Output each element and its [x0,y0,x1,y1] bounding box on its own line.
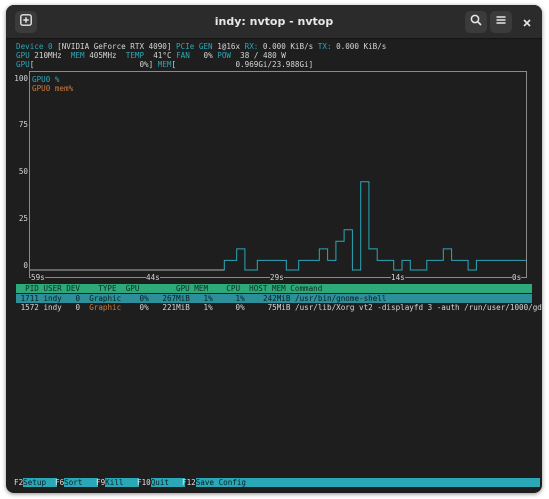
gpu-usage-bar: [ 0%] [29,60,154,69]
gpu-usage-label: GPU [16,60,30,69]
gpu-mem-cell: 267MiB [162,294,190,303]
fkey-key: F10 [137,478,151,487]
fkey-quit[interactable]: F10Quit [137,478,185,487]
pid-cell: 1572 [16,303,39,312]
mem-usage-bar: [ 0.969Gi/23.988Gi] [171,60,314,69]
gpu-mem-cell: 221MiB [162,303,190,312]
gpu-cell: 0% [139,303,149,312]
fkey-label: Setup [23,478,58,487]
x-tick-label: 59s [31,273,45,282]
user-cell: indy [43,294,62,303]
fkey-key: F6 [55,478,65,487]
type-cell: Graphic [89,294,122,303]
x-tick-label: 44s [146,273,160,282]
fan-value: 0% [203,51,213,60]
window-title: indy: nvtop - nvtop [214,15,334,28]
rx-value: 0.000 KiB/s [262,42,314,51]
usage-bars-line: GPU[ 0%] MEM[ 0.969Gi/23.988Gi] [16,60,313,69]
gpu-clock-value: 210MHz [34,51,62,60]
tx-label: TX: [317,42,332,51]
gpu-util-series-line [30,181,526,271]
device-info-line: Device 0 [NVIDIA GeForce RTX 4090] PCIe … [16,42,386,51]
table-row[interactable]: 1711 indy 0 Graphic 0% 267MiB 1% 1% 242M… [16,294,532,303]
fkey-label: Sort [64,478,99,487]
fan-label: FAN [176,51,190,60]
close-icon [522,13,532,32]
fkey-label: Kill [105,478,140,487]
y-tick-label: 100 [14,74,28,83]
process-table-header[interactable]: PID USER DEV TYPE GPU GPU MEM CPU HOST M… [16,284,532,293]
pow-label: POW [217,51,231,60]
fkey-key: F12 [182,478,196,487]
pow-value: 38 / 480 W [240,51,286,60]
fkey-label: Quit [150,478,185,487]
fkey-label: Save Config [195,478,540,487]
y-tick-label: 50 [18,167,28,176]
tx-value: 0.000 KiB/s [336,42,387,51]
pcie-value: 1@16x [217,42,241,51]
y-tick-label: 0 [23,261,28,270]
device-label: Device 0 [16,42,53,51]
mem-clock-label: MEM [70,51,85,60]
table-row[interactable]: 1572 indy 0 Graphic 0% 221MiB 1% 0% 75Mi… [16,303,542,312]
fkey-key: F9 [96,478,106,487]
clock-info-line: GPU 210MHz MEM 405MHz TEMP 41°C FAN 0% P… [16,51,286,60]
pid-cell: 1711 [16,294,39,303]
command-cell: /usr/bin/gnome-shell [295,294,387,303]
gpu-cell: 0% [139,294,149,303]
device-name: [NVIDIA GeForce RTX 4090] [57,42,172,51]
dev-cell: 0 [75,303,81,312]
search-button[interactable] [465,11,487,33]
terminal-content[interactable]: Device 0 [NVIDIA GeForce RTX 4090] PCIe … [6,39,542,493]
dev-cell: 0 [75,294,81,303]
mem-clock-value: 405MHz [89,51,117,60]
fkey-setup[interactable]: F2Setup [14,478,58,487]
search-icon [470,14,482,30]
fkey-sort[interactable]: F6Sort [55,478,99,487]
fkey-kill[interactable]: F9Kill [96,478,140,487]
gpu-usage-chart: GPU0 % GPU0 mem% [29,71,527,278]
cpu-cell: 1% [235,294,245,303]
type-cell: Graphic [89,303,122,312]
menu-button[interactable] [490,11,512,33]
user-cell: indy [43,303,62,312]
gpu-mem-pct-cell: 1% [203,303,213,312]
pcie-label: PCIe GEN [176,42,213,51]
x-tick-label: 14s [391,273,405,282]
close-button[interactable] [516,11,538,33]
hamburger-menu-icon [495,14,507,30]
temp-value: 41°C [153,51,172,60]
function-key-bar: F2Setup F6Sort F9Kill F10Quit F12Save Co… [14,478,540,487]
x-tick-label: 0s [512,273,522,282]
cpu-cell: 0% [235,303,245,312]
fkey-save-config[interactable]: F12Save Config [182,478,540,487]
x-tick-label: 29s [270,273,284,282]
gpu-mem-pct-cell: 1% [203,294,213,303]
command-cell: /usr/lib/Xorg vt2 -displayfd 3 -auth /ru… [295,303,542,312]
y-tick-label: 25 [18,214,28,223]
host-mem-cell: 242MiB [263,294,291,303]
temp-label: TEMP [125,51,145,60]
fkey-key: F2 [14,478,24,487]
chart-plot-area [30,181,526,271]
y-tick-label: 75 [18,120,28,129]
rx-label: RX: [244,42,259,51]
gpu-clock-label: GPU [16,51,30,60]
host-mem-cell: 75MiB [267,303,291,312]
title-bar: indy: nvtop - nvtop [6,5,542,39]
terminal-window: indy: nvtop - nvtop Device 0 [NVIDIA GeF… [6,5,542,493]
mem-usage-label: MEM [157,60,172,69]
